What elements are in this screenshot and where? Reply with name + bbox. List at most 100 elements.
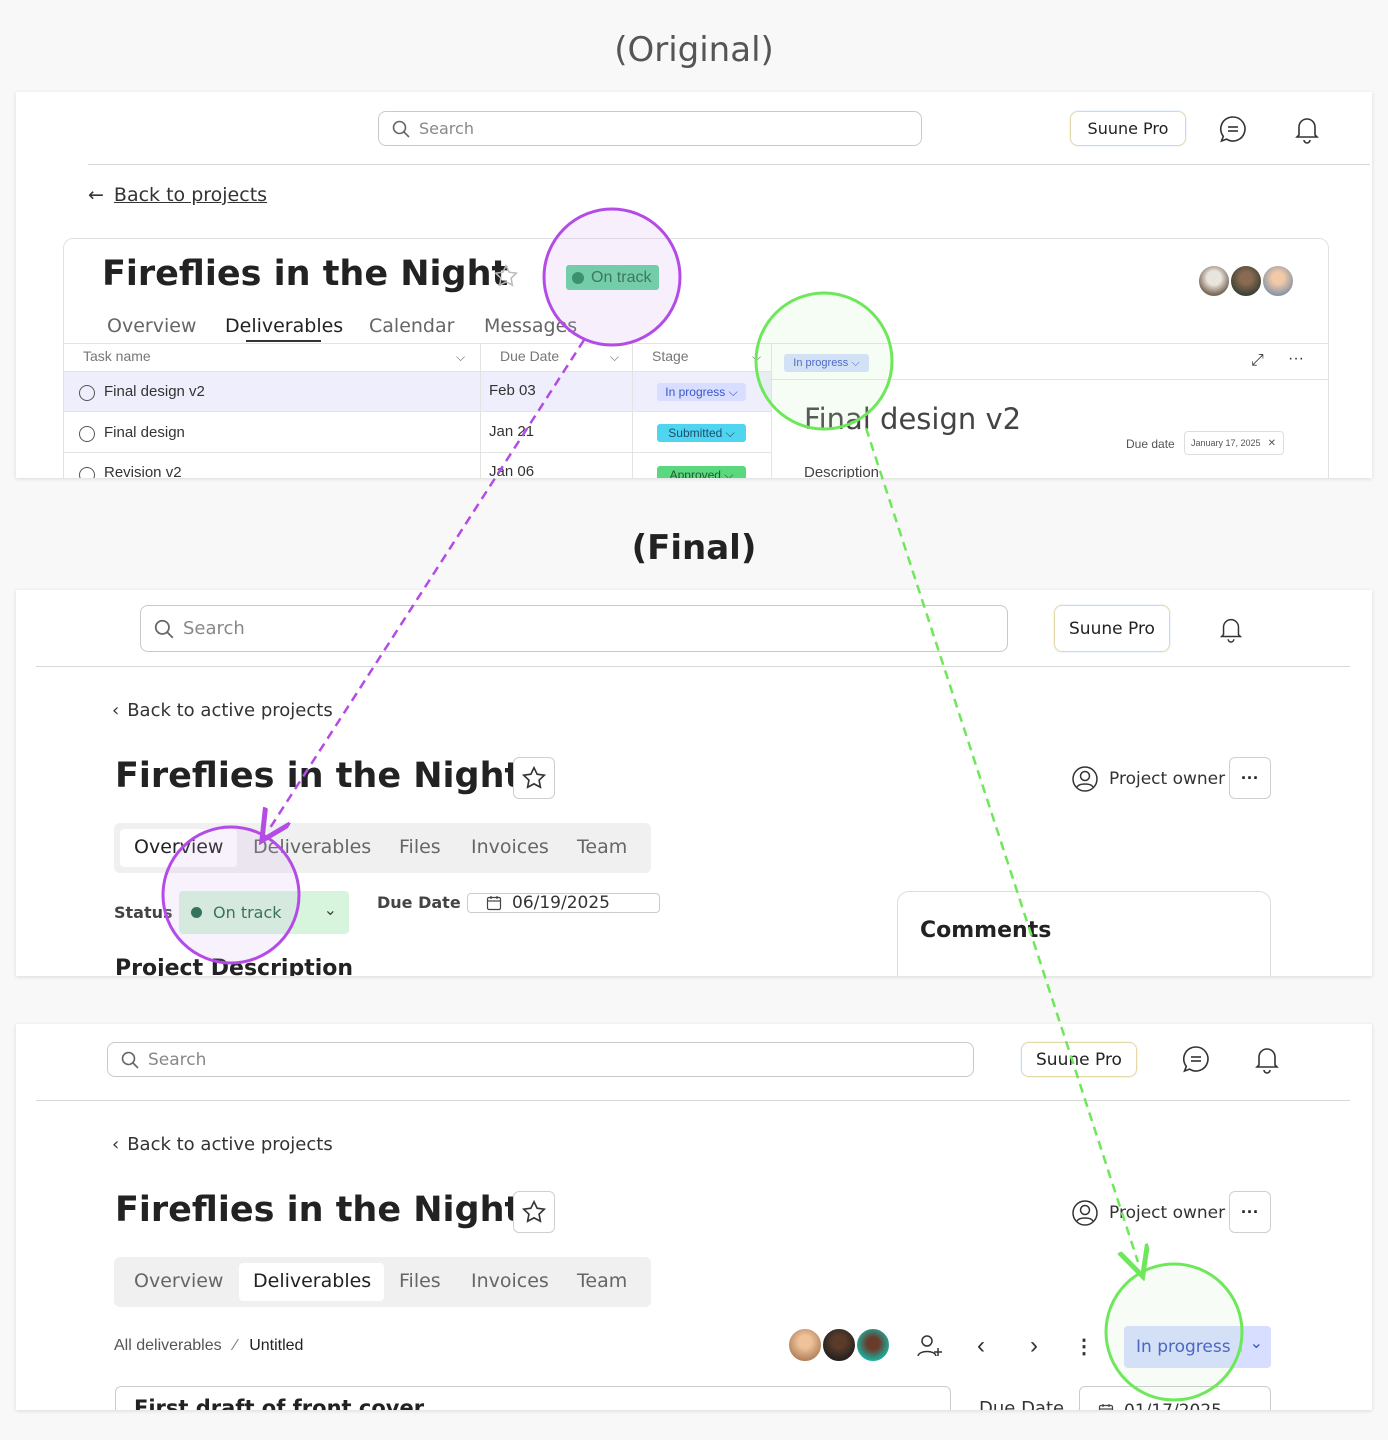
back-to-active-projects-link[interactable]: ‹ Back to active projects (112, 700, 333, 721)
table-row-task[interactable]: Revision v2 (104, 464, 182, 478)
breadcrumb-root[interactable]: All deliverables (114, 1337, 222, 1354)
search-placeholder: Search (419, 119, 474, 138)
active-tab-underline (246, 340, 321, 342)
bell-icon[interactable] (1250, 1042, 1284, 1076)
chevron-down-icon[interactable]: ⌵ (456, 350, 465, 365)
due-date-value: 01/17/2025 (1124, 1401, 1222, 1410)
avatar[interactable] (1197, 264, 1231, 298)
bell-icon[interactable] (1290, 112, 1324, 146)
status-value: On track (213, 903, 282, 922)
status-dot (572, 271, 584, 284)
tab-calendar[interactable]: Calendar (369, 315, 454, 337)
tab-team[interactable]: Team (577, 1270, 627, 1292)
tab-messages[interactable]: Messages (484, 315, 577, 337)
check-circle-icon[interactable] (79, 426, 95, 442)
bell-icon[interactable] (1214, 612, 1248, 646)
search-input[interactable]: Search (107, 1042, 974, 1077)
tab-files[interactable]: Files (399, 836, 441, 858)
table-row-due: Jan 06 (489, 463, 535, 478)
table-row-task[interactable]: Final design v2 (104, 383, 205, 400)
column-header-stage[interactable]: Stage (652, 348, 689, 364)
search-input[interactable]: Search (378, 111, 922, 146)
detail-header-divider (772, 379, 1328, 380)
project-owner-button[interactable]: Project owner (1071, 1199, 1225, 1227)
row-divider (64, 452, 772, 453)
avatar[interactable] (855, 1327, 891, 1363)
avatar[interactable] (1261, 264, 1295, 298)
stage-pill-in-progress[interactable]: In progress ⌵ (657, 383, 746, 401)
tab-invoices[interactable]: Invoices (471, 1270, 549, 1292)
stage-label: Approved (669, 468, 721, 478)
tab-deliverables[interactable]: Deliverables (253, 1270, 371, 1292)
chevron-down-icon[interactable]: ⌵ (610, 350, 619, 365)
status-label: On track (591, 268, 652, 286)
chevron-left-icon: ‹ (112, 700, 120, 721)
row-divider (64, 371, 772, 372)
more-icon[interactable]: ··· (1288, 350, 1304, 368)
star-icon[interactable] (492, 262, 520, 290)
calendar-icon (486, 896, 502, 911)
detail-due-field[interactable]: January 17, 2025 ✕ (1184, 431, 1284, 455)
tab-team[interactable]: Team (577, 836, 627, 858)
chat-icon[interactable] (1216, 112, 1250, 146)
due-date-field[interactable]: 06/19/2025 (467, 893, 660, 913)
table-row-due: Jan 21 (489, 423, 535, 440)
chevron-down-icon: ⌄ (323, 900, 337, 919)
chevron-right-icon[interactable]: › (1022, 1331, 1046, 1361)
chevron-left-icon[interactable]: ‹ (969, 1331, 993, 1361)
status-label: Status (114, 903, 173, 922)
tab-deliverables[interactable]: Deliverables (253, 836, 371, 858)
favorite-button[interactable] (513, 1191, 555, 1233)
table-row-task[interactable]: Final design (104, 424, 185, 441)
back-link-label: Back to active projects (127, 700, 333, 721)
detail-stage-pill[interactable]: In progress ⌵ (784, 354, 869, 372)
column-divider (771, 343, 772, 478)
avatar[interactable] (1229, 264, 1263, 298)
stage-pill-submitted[interactable]: Submitted ⌵ (657, 424, 746, 442)
column-header-task[interactable]: Task name (83, 348, 151, 364)
search-input[interactable]: Search (140, 605, 1008, 652)
avatar[interactable] (787, 1327, 823, 1363)
star-icon (521, 765, 547, 789)
favorite-button[interactable] (513, 757, 555, 799)
chat-icon[interactable] (1179, 1042, 1213, 1076)
close-icon[interactable]: ✕ (1268, 438, 1276, 449)
suune-pro-button[interactable]: Suune Pro (1021, 1042, 1137, 1077)
expand-icon[interactable]: ⤢ (1251, 352, 1264, 370)
stage-select[interactable]: In progress ⌄ (1124, 1326, 1271, 1368)
back-to-active-projects-link[interactable]: ‹ Back to active projects (112, 1134, 333, 1155)
header-divider (88, 164, 1370, 165)
tab-deliverables[interactable]: Deliverables (225, 315, 343, 337)
column-header-due[interactable]: Due Date (500, 348, 559, 364)
tab-invoices[interactable]: Invoices (471, 836, 549, 858)
stage-pill-approved[interactable]: Approved ⌵ (657, 466, 746, 478)
back-to-projects-link[interactable]: ← Back to projects (88, 184, 267, 206)
check-circle-icon[interactable] (79, 467, 95, 478)
add-user-icon[interactable] (915, 1331, 945, 1361)
tab-overview[interactable]: Overview (107, 315, 196, 337)
vertical-more-icon[interactable]: ⋮ (1072, 1331, 1096, 1361)
breadcrumb-current: Untitled (249, 1337, 304, 1354)
back-link-label: Back to active projects (127, 1134, 333, 1155)
column-divider (480, 343, 481, 478)
tab-overview[interactable]: Overview (134, 836, 223, 858)
search-placeholder: Search (148, 1049, 207, 1070)
check-circle-icon[interactable] (79, 385, 95, 401)
chevron-down-icon[interactable]: ⌵ (752, 350, 761, 365)
stage-value: In progress (1136, 1337, 1231, 1357)
tab-files[interactable]: Files (399, 1270, 441, 1292)
project-owner-label: Project owner (1109, 1203, 1226, 1223)
more-icon[interactable]: ··· (1229, 757, 1271, 799)
final-deliverables-screen: Search Suune Pro ‹ Back to active project… (16, 1024, 1372, 1410)
due-date-label: Due Date (377, 893, 461, 912)
status-badge[interactable]: On track (566, 265, 659, 290)
due-date-label: Due Date (979, 1398, 1065, 1410)
suune-pro-button[interactable]: Suune Pro (1070, 111, 1186, 146)
tab-overview[interactable]: Overview (134, 1270, 223, 1292)
suune-pro-button[interactable]: Suune Pro (1054, 605, 1170, 652)
more-icon[interactable]: ··· (1229, 1191, 1271, 1233)
due-date-field[interactable]: 01/17/2025 (1079, 1386, 1271, 1410)
project-owner-button[interactable]: Project owner (1071, 765, 1225, 793)
avatar[interactable] (821, 1327, 857, 1363)
status-select[interactable]: On track ⌄ (179, 891, 349, 934)
